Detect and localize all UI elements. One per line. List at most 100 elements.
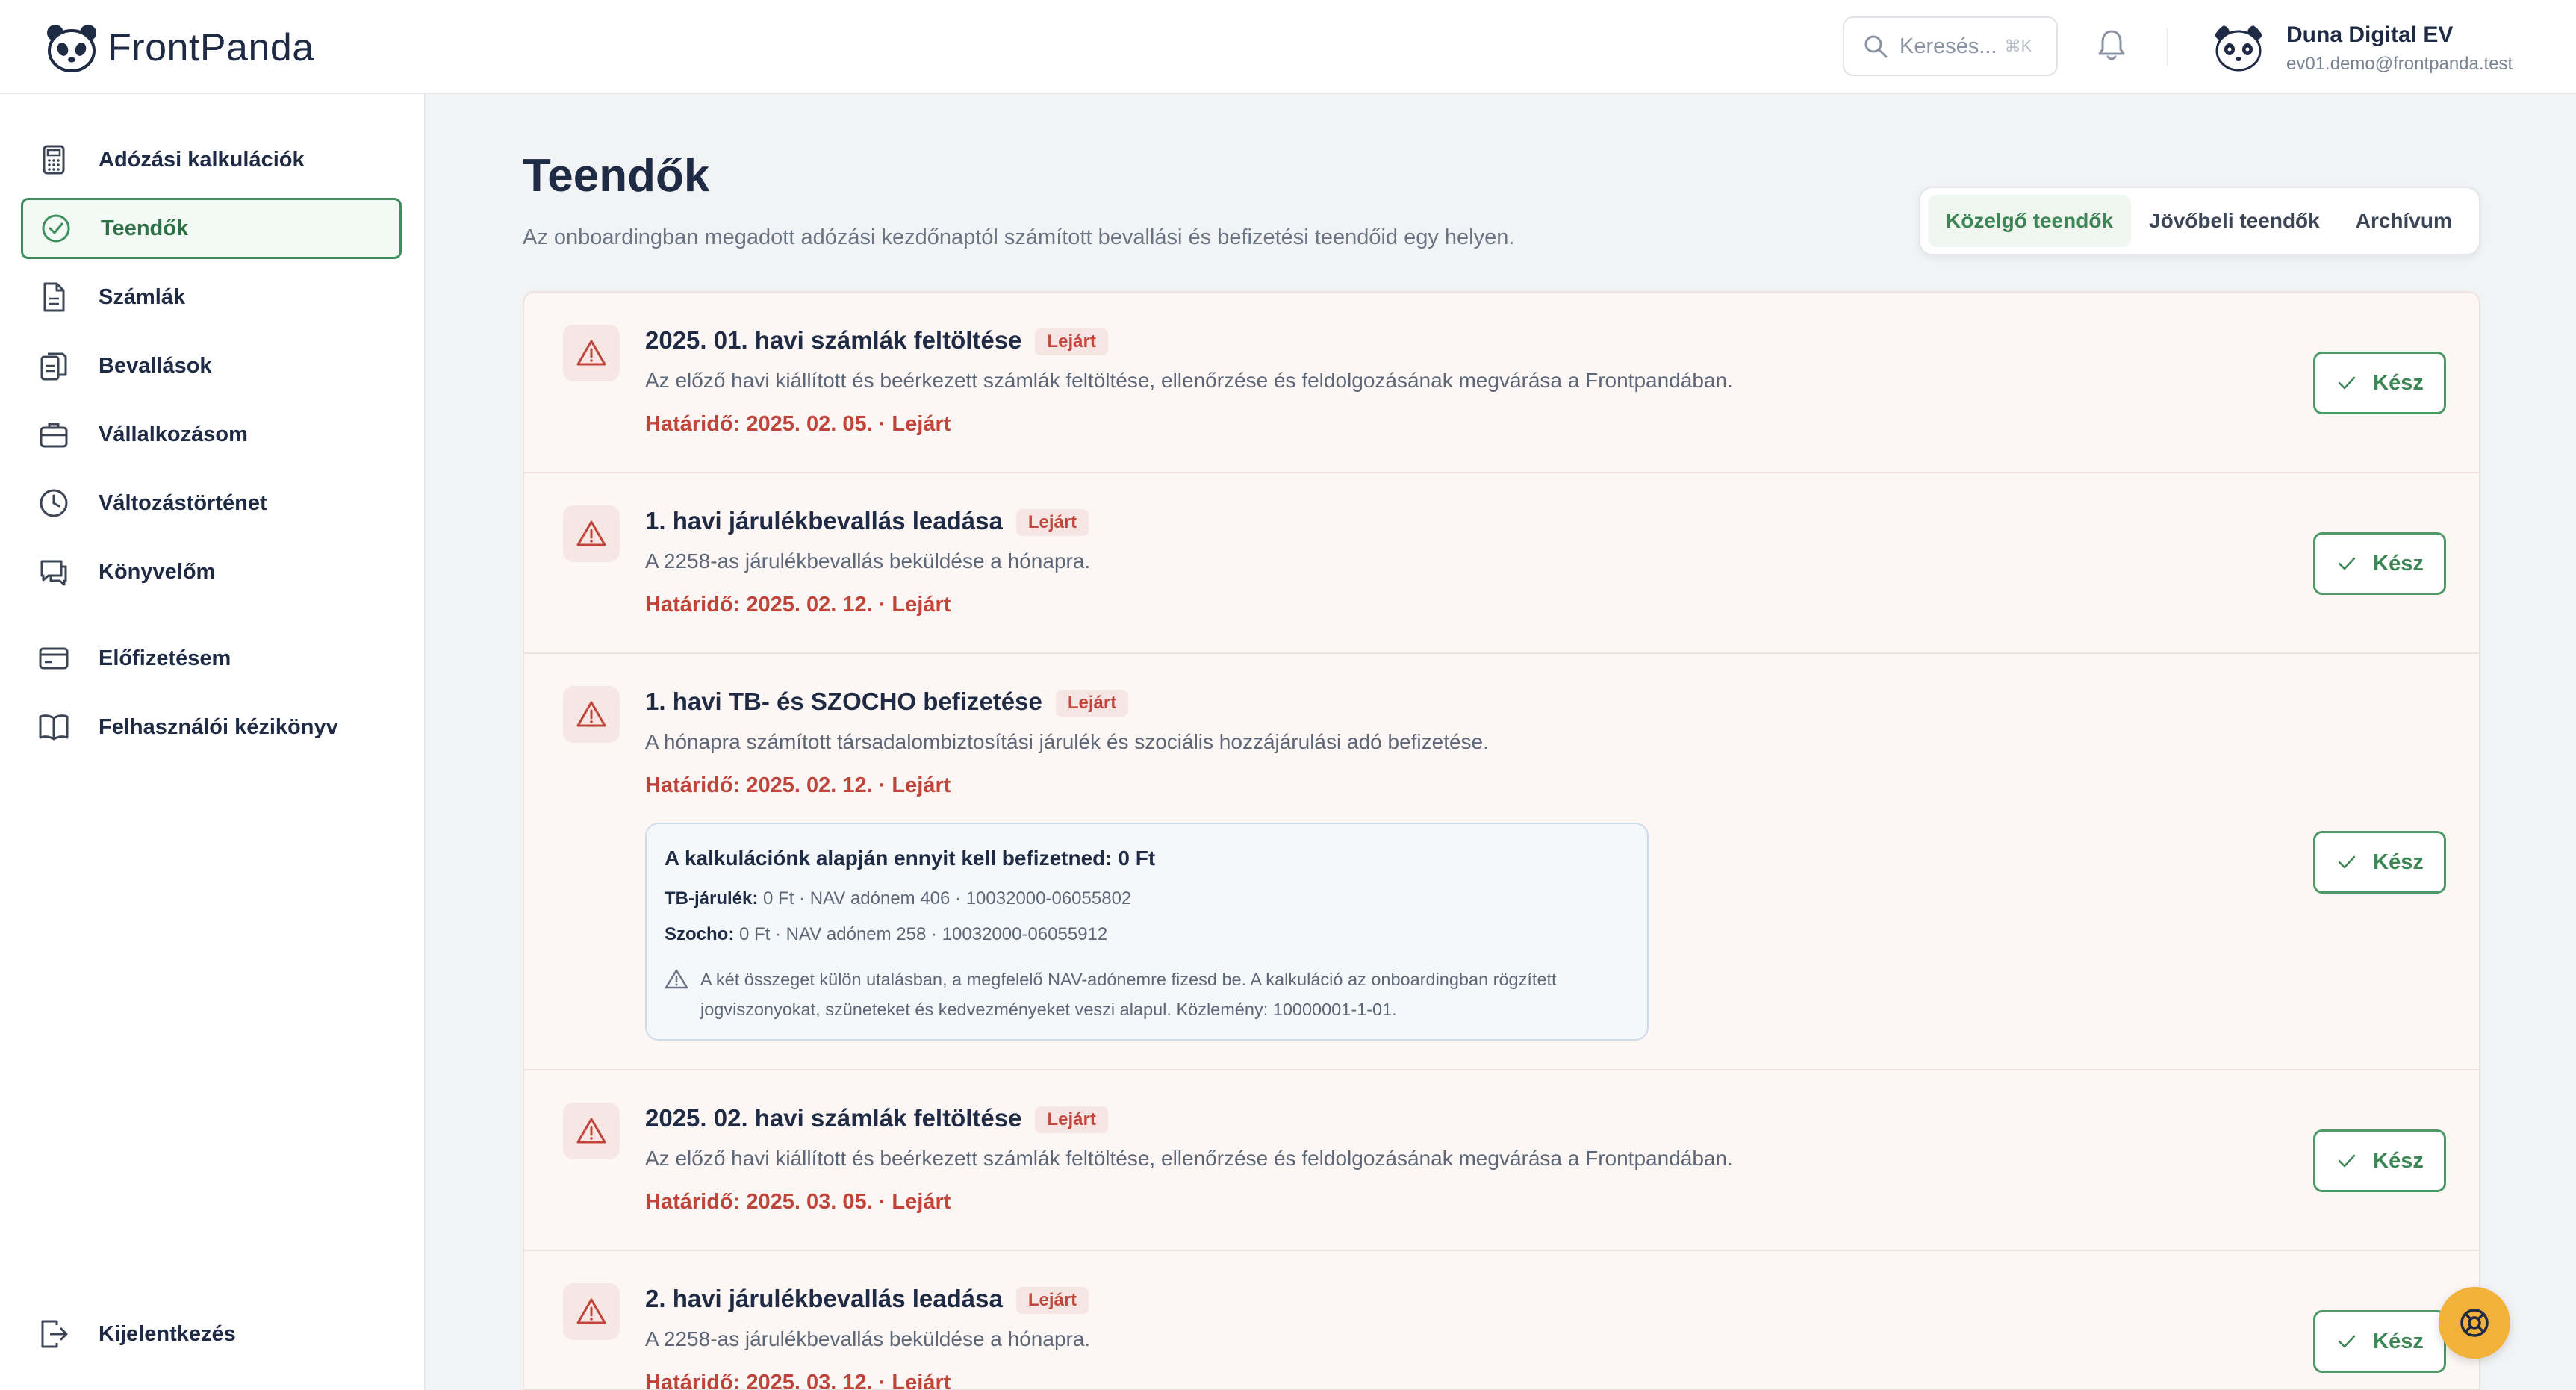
calculation-title: A kalkulációnk alapján ennyit kell befiz… [665, 847, 1156, 870]
done-button[interactable]: Kész [2313, 831, 2446, 894]
task-due-date: Határidő: 2025. 02. 12. · Lejárt [645, 593, 951, 617]
done-button[interactable]: Kész [2313, 1129, 2446, 1192]
tb-value: 0 Ft · NAV adónem 406 · 10032000-0605580… [763, 888, 1132, 909]
search-icon [1864, 35, 1888, 58]
tab-future[interactable]: Jövőbeli teendők [2131, 195, 2338, 247]
help-button[interactable] [2439, 1287, 2510, 1359]
done-button[interactable]: Kész [2313, 1310, 2446, 1373]
bell-icon[interactable] [2095, 27, 2128, 63]
calculator-icon [43, 145, 65, 175]
task-description: Az előző havi kiállított és beérkezett s… [645, 369, 1733, 392]
task-title: 1. havi TB- és SZOCHO befizetése Lejárt [645, 688, 1129, 717]
user-name: Duna Digital EV [2286, 22, 2454, 47]
task-due-date: Határidő: 2025. 03. 12. · Lejárt [645, 1371, 951, 1390]
task-title: 2025. 02. havi számlák feltöltése Lejárt [645, 1104, 1108, 1134]
logout-icon [41, 1320, 68, 1348]
task-title: 2025. 01. havi számlák feltöltése Lejárt [645, 326, 1108, 356]
sidebar-item-invoices[interactable]: Számlák [21, 267, 402, 328]
tab-archive[interactable]: Archívum [2338, 195, 2470, 247]
page-subtitle: Az onboardingban megadott adózási kezdőn… [523, 225, 1515, 249]
search-placeholder: Keresés... [1900, 34, 1997, 58]
status-badge: Lejárt [1035, 1106, 1108, 1134]
task-description: A 2258-as járulékbevallás beküldése a hó… [645, 1327, 1091, 1350]
page-title: Teendők [523, 150, 710, 202]
warning-triangle-icon [576, 701, 606, 727]
check-icon [2338, 1154, 2356, 1168]
done-label: Kész [2373, 850, 2424, 874]
warning-badge [563, 325, 620, 381]
sidebar-item-returns[interactable]: Bevallások [21, 335, 402, 396]
task-item: 2025. 02. havi számlák feltöltése Lejárt … [524, 1070, 2479, 1251]
warning-badge [563, 1283, 620, 1340]
sidebar-item-label: Bevallások [99, 353, 212, 378]
sidebar-item-subscription[interactable]: Előfizetésem [21, 628, 402, 689]
done-label: Kész [2373, 1329, 2424, 1353]
user-email: ev01.demo@frontpanda.test [2286, 54, 2513, 74]
brand-name: FrontPanda [108, 26, 314, 69]
calculation-note: A két összeget külön utalásban, a megfel… [700, 970, 1557, 1019]
task-item: 1. havi járulékbevallás leadása Lejárt A … [524, 473, 2479, 654]
task-due-date: Határidő: 2025. 03. 05. · Lejárt [645, 1190, 951, 1214]
task-description: Az előző havi kiállított és beérkezett s… [645, 1147, 1733, 1170]
task-list: 2025. 01. havi számlák feltöltése Lejárt … [523, 291, 2480, 1390]
done-label: Kész [2373, 1148, 2424, 1173]
task-title-text: 1. havi járulékbevallás leadása [645, 507, 1003, 535]
status-badge: Lejárt [1055, 690, 1129, 717]
tb-label: TB-járulék: [665, 888, 759, 909]
tab-bar: Közelgő teendők Jövőbeli teendők Archívu… [1919, 187, 2480, 255]
task-title-text: 2025. 02. havi számlák feltöltése [645, 1104, 1022, 1132]
task-title: 1. havi járulékbevallás leadása Lejárt [645, 507, 1089, 537]
clipboard-icon [40, 352, 67, 381]
warning-badge [563, 1103, 620, 1159]
task-item: 2025. 01. havi számlák feltöltése Lejárt … [524, 293, 2479, 473]
sidebar-item-label: Számlák [99, 284, 186, 309]
done-button[interactable]: Kész [2313, 352, 2446, 414]
sidebar-item-tasks[interactable]: Teendők [21, 198, 402, 259]
avatar[interactable] [2212, 21, 2265, 75]
done-label: Kész [2373, 370, 2424, 395]
tb-contribution-line: TB-járulék: 0 Ft · NAV adónem 406 · 1003… [665, 888, 1131, 909]
search-shortcut: ⌘K [2004, 37, 2032, 55]
search-input[interactable]: Keresés... ⌘K [1843, 16, 2058, 76]
tab-upcoming[interactable]: Közelgő teendők [1928, 195, 2132, 247]
sidebar-item-label: Felhasználói kézikönyv [99, 714, 338, 739]
status-badge: Lejárt [1015, 509, 1089, 537]
sidebar-item-label: Teendők [101, 216, 189, 240]
top-header: FrontPanda Keresés... ⌘K Duna Digital EV… [0, 0, 2576, 94]
credit-card-icon [39, 647, 69, 670]
warning-triangle-icon [576, 520, 606, 546]
check-icon [2338, 376, 2356, 390]
sidebar-item-label: Előfizetésem [99, 646, 231, 670]
szocho-value: 0 Ft · NAV adónem 258 · 10032000-0605591… [739, 924, 1108, 944]
sidebar-item-label: Adózási kalkulációk [99, 147, 305, 172]
sidebar-item-user-manual[interactable]: Felhasználói kézikönyv [21, 696, 402, 758]
done-button[interactable]: Kész [2313, 532, 2446, 595]
task-title: 2. havi járulékbevallás leadása Lejárt [645, 1285, 1089, 1315]
payment-calculation-box: A kalkulációnk alapján ennyit kell befiz… [645, 823, 1649, 1041]
szocho-line: Szocho: 0 Ft · NAV adónem 258 · 10032000… [665, 924, 1107, 945]
task-title-text: 2. havi járulékbevallás leadása [645, 1285, 1003, 1312]
task-description: A hónapra számított társadalombiztosítás… [645, 730, 1489, 753]
warning-triangle-icon [576, 1118, 606, 1144]
task-item: 2. havi járulékbevallás leadása Lejárt A … [524, 1251, 2479, 1390]
sidebar-item-my-accountant[interactable]: Könyvelőm [21, 541, 402, 602]
task-description: A 2258-as járulékbevallás beküldése a hó… [645, 549, 1091, 573]
sidebar-item-tax-calculations[interactable]: Adózási kalkulációk [21, 129, 402, 190]
task-due-date: Határidő: 2025. 02. 05. · Lejárt [645, 412, 951, 436]
task-item: 1. havi TB- és SZOCHO befizetése Lejárt A… [524, 654, 2479, 1070]
warning-triangle-icon [576, 340, 606, 366]
sidebar: Adózási kalkulációk Teendők Számlák Beva… [0, 94, 426, 1390]
done-label: Kész [2373, 551, 2424, 576]
logo[interactable]: FrontPanda [45, 21, 314, 75]
sidebar-item-label: Változástörténet [99, 490, 267, 515]
check-circle-icon [42, 214, 70, 243]
chat-icon [40, 560, 67, 586]
task-title-text: 2025. 01. havi számlák feltöltése [645, 326, 1022, 354]
sidebar-item-my-business[interactable]: Vállalkozásom [21, 404, 402, 465]
sidebar-item-label: Vállalkozásom [99, 422, 248, 446]
logout-label: Kijelentkezés [99, 1321, 236, 1346]
sidebar-item-change-history[interactable]: Változástörténet [21, 473, 402, 534]
lifebuoy-icon [2460, 1309, 2489, 1337]
logout-button[interactable]: Kijelentkezés [21, 1303, 402, 1365]
warning-badge [563, 686, 620, 743]
